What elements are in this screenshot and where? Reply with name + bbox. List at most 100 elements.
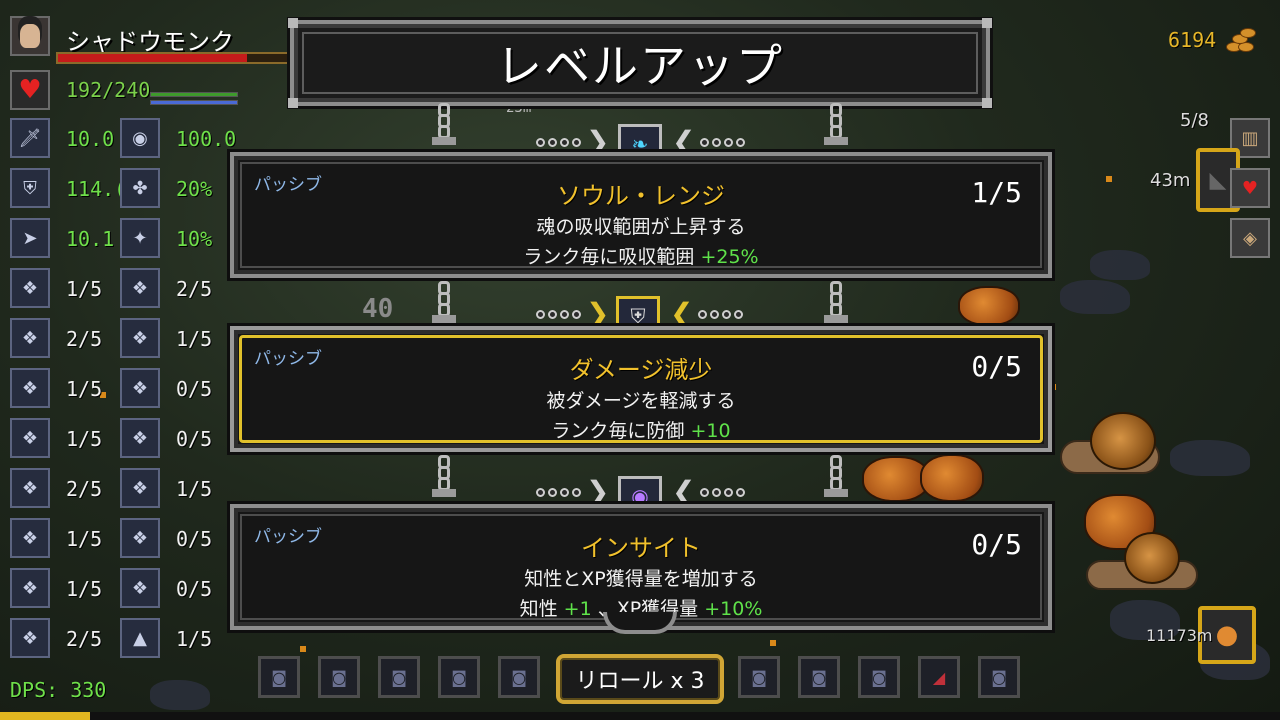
equipped-skill-slot[interactable]: ◙ [498, 656, 540, 698]
damage-number: 40 [362, 294, 394, 324]
stat-value: 10% [176, 227, 213, 251]
equipped-skill-slot[interactable]: ◙ [438, 656, 480, 698]
card-name: ソウル・レンジ [557, 182, 725, 210]
card-description: 知性とXP獲得量を増加する [524, 568, 758, 590]
stat-value: 1/5 [66, 577, 103, 601]
dps-readout: DPS: 330 [10, 678, 107, 702]
equipped-skill-slot[interactable]: ◢ [918, 656, 960, 698]
mana-bar [150, 100, 238, 105]
stat-value: 1/5 [66, 527, 103, 551]
card-scroll-tab [603, 612, 677, 634]
xp-gem [1106, 176, 1112, 182]
skill-9-icon[interactable]: ❖ [10, 468, 50, 508]
dagger-icon[interactable]: 🗡 [10, 118, 50, 158]
card-name: ダメージ減少 [569, 356, 713, 384]
equipped-skill-slot[interactable]: ◙ [378, 656, 420, 698]
stat-value: 10.1 [66, 227, 115, 251]
card-rank: 1/5 [971, 176, 1022, 209]
stat-value: 1/5 [176, 327, 213, 351]
inventory-count: 5/8 [1180, 110, 1209, 131]
pumpkin-enemy [920, 454, 984, 502]
eye-icon[interactable]: ◉ [120, 118, 160, 158]
equipped-skill-slot[interactable]: ◙ [318, 656, 360, 698]
shield-icon[interactable]: ⛨ [10, 168, 50, 208]
distance-to-target: 43m [1150, 170, 1191, 191]
chain-decoration [432, 281, 456, 323]
skill-14-icon[interactable]: ❖ [120, 568, 160, 608]
xp-bar [0, 712, 1280, 720]
stamina-bar [150, 92, 238, 97]
hp-bar [56, 52, 296, 64]
skill-8-icon[interactable]: ❖ [120, 418, 160, 458]
enemy-shadow [1090, 250, 1150, 280]
chain-decoration [824, 281, 848, 323]
stat-value: 1/5 [176, 627, 213, 651]
hp-bar-fill [58, 54, 247, 62]
card-connector-left: ❯ [536, 300, 611, 328]
skill-10-icon[interactable]: ❖ [120, 468, 160, 508]
chain-decoration [432, 103, 456, 145]
equipped-skill-slot[interactable]: ◙ [858, 656, 900, 698]
stat-value: 1/5 [66, 427, 103, 451]
snail-shell [1090, 412, 1156, 470]
skill-6-icon[interactable]: ❖ [120, 368, 160, 408]
skill-4-icon[interactable]: ❖ [120, 318, 160, 358]
skill-3-icon[interactable]: ❖ [10, 318, 50, 358]
enemy-shadow [150, 680, 210, 710]
xp-gem [770, 640, 776, 646]
card-connector-right: ❮ [670, 478, 746, 506]
skill-16-icon[interactable]: ▲ [120, 618, 160, 658]
stat-value: 20% [176, 177, 213, 201]
skill-11-icon[interactable]: ❖ [10, 518, 50, 558]
stat-value: 100.0 [176, 127, 237, 151]
skill-7-icon[interactable]: ❖ [10, 418, 50, 458]
card-rank: 0/5 [971, 528, 1022, 561]
stat-value: 2/5 [66, 477, 103, 501]
equipped-skill-slot[interactable]: ◙ [738, 656, 780, 698]
upgrade-card-damage-reduction[interactable]: パッシブ ダメージ減少 0/5 被ダメージを軽減する ランク毎に防御 +10 [230, 326, 1052, 452]
equipped-skill-slot[interactable]: ◙ [798, 656, 840, 698]
card-name: インサイト [581, 534, 701, 562]
hp-text: 192/240 [66, 78, 151, 102]
levelup-title-box: レベルアップ [288, 18, 992, 108]
card-effect: ランク毎に吸収範囲 +25% [523, 246, 759, 268]
heart-item-icon[interactable]: ♥ [1230, 168, 1270, 208]
stat-value: 10.0 [66, 127, 115, 151]
stat-value: 1/5 [66, 377, 103, 401]
stat-value: 0/5 [176, 377, 213, 401]
bag-icon[interactable]: ✦ [120, 218, 160, 258]
card-connector-left: ❯ [536, 478, 611, 506]
stat-value: 0/5 [176, 577, 213, 601]
upgrade-card-soul-range[interactable]: パッシブ ソウル・レンジ 1/5 魂の吸収範囲が上昇する ランク毎に吸収範囲 +… [230, 152, 1052, 278]
skill-2-icon[interactable]: ❖ [120, 268, 160, 308]
skill-12-icon[interactable]: ❖ [120, 518, 160, 558]
chain-decoration [824, 103, 848, 145]
bag-item-icon[interactable]: ◈ [1230, 218, 1270, 258]
stat-value: 0/5 [176, 427, 213, 451]
gold-count: 6194 [1168, 28, 1217, 52]
boot-icon[interactable]: ➤ [10, 218, 50, 258]
monk-portrait-icon [10, 16, 50, 56]
skill-5-icon[interactable]: ❖ [10, 368, 50, 408]
card-description: 被ダメージを軽減する [546, 390, 736, 412]
clover-icon[interactable]: ✤ [120, 168, 160, 208]
enemy-shadow [1060, 280, 1130, 314]
card-connector-right: ❮ [668, 300, 744, 328]
card-description: 魂の吸収範囲が上昇する [536, 216, 746, 238]
skill-15-icon[interactable]: ❖ [10, 618, 50, 658]
chain-decoration [824, 455, 848, 497]
reroll-button[interactable]: リロール x 3 [556, 654, 724, 704]
stat-value: 1/5 [66, 277, 103, 301]
distance-to-boss: 11173m [1146, 626, 1213, 645]
heart-icon: ♥ [10, 70, 50, 110]
skill-1-icon[interactable]: ❖ [10, 268, 50, 308]
xp-gem [300, 646, 306, 652]
equipped-skill-slot[interactable]: ◙ [978, 656, 1020, 698]
equipped-skill-slot[interactable]: ◙ [258, 656, 300, 698]
stat-value: 2/5 [66, 627, 103, 651]
skill-13-icon[interactable]: ❖ [10, 568, 50, 608]
levelup-title: レベルアップ [496, 39, 784, 93]
coins-icon [1224, 26, 1258, 56]
enemy-wolf [1170, 440, 1250, 476]
snail-shell [1124, 532, 1180, 584]
